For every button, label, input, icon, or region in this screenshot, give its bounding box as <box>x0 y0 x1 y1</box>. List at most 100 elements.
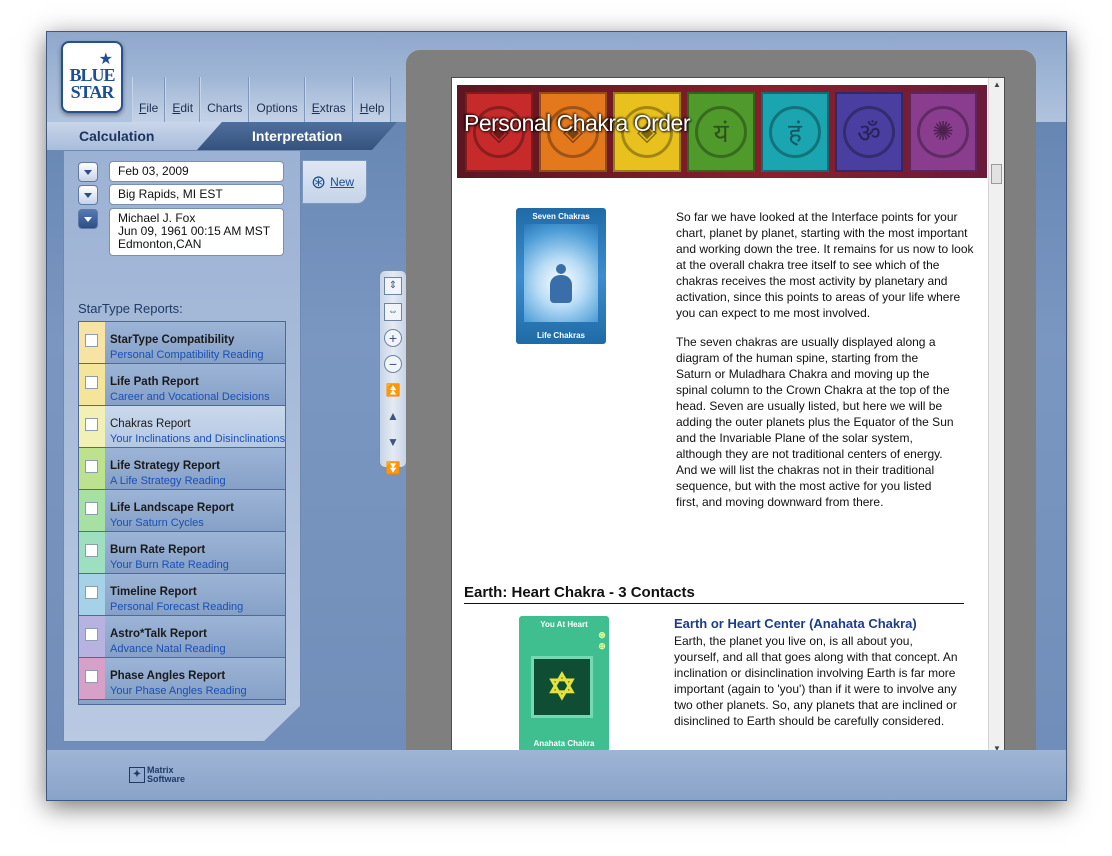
zoom-in-icon[interactable]: + <box>384 329 402 347</box>
chakra-tile-icon: हं <box>761 91 829 172</box>
anahata-chakra-card: You At Heart ⊛ ⊕ ✡ Anahata Chakra <box>519 616 609 752</box>
intro-text: So far we have looked at the Interface p… <box>676 209 981 523</box>
logo-word-2: STAR <box>70 82 115 102</box>
new-button-label: New <box>330 175 355 189</box>
person-place: Edmonton,CAN <box>118 237 202 251</box>
card1-bottom-label: Life Chakras <box>536 331 586 340</box>
report-checkbox[interactable] <box>85 502 98 515</box>
report-title: Burn Rate Report <box>110 544 206 556</box>
document-scrollbar[interactable]: ▲ ▼ <box>988 78 1004 756</box>
chart-wheel-icon: ⊛ <box>311 171 327 192</box>
menu-options[interactable]: Options <box>249 77 305 122</box>
report-title: Life Path Report <box>110 376 199 388</box>
report-subtitle: Career and Vocational Decisions <box>110 391 270 403</box>
paragraph-1: So far we have looked at the Interface p… <box>676 210 974 320</box>
meditation-figure-icon <box>524 224 598 322</box>
zoom-scroll-controls: ⇕ ⇔ + − ⏫ ▲ ▼ ⏬ <box>379 270 407 475</box>
menu-edit[interactable]: Edit <box>165 77 201 122</box>
fit-height-icon[interactable]: ⇕ <box>384 277 402 295</box>
report-subtitle: Personal Forecast Reading <box>110 601 244 613</box>
seven-chakras-card: Seven Chakras Life Chakras <box>516 208 606 344</box>
chakra-tile-icon: ॐ <box>835 91 903 172</box>
scroll-up-icon[interactable]: ▲ <box>384 407 402 425</box>
scroll-bottom-icon[interactable]: ⏬ <box>384 459 402 477</box>
earth-text: Earth, the planet you live on, is all ab… <box>674 633 959 742</box>
report-item[interactable]: Burn Rate Report Your Burn Rate Reading <box>79 532 285 574</box>
card1-top-label: Seven Chakras <box>532 212 590 221</box>
report-checkbox[interactable] <box>85 628 98 641</box>
report-title: Chakras Report <box>110 418 191 430</box>
chakra-tile-icon: ✺ <box>909 91 977 172</box>
bottom-bar <box>47 750 1066 800</box>
location-dropdown-icon[interactable] <box>78 185 98 205</box>
new-chart-button[interactable]: ⊛ New <box>302 160 367 204</box>
card2-top-label: You At Heart <box>540 620 588 629</box>
report-checkbox[interactable] <box>85 544 98 557</box>
report-subtitle: Your Saturn Cycles <box>110 517 204 529</box>
person-dropdown-icon[interactable] <box>78 209 98 229</box>
location-row: Big Rapids, MI EST <box>78 184 284 205</box>
matrix-logo-icon: ✦ <box>129 767 145 783</box>
matrix-software-logo: ✦ Matrix Software <box>129 766 185 784</box>
report-checkbox[interactable] <box>85 418 98 431</box>
report-list: StarType Compatibility Personal Compatibi… <box>78 321 286 705</box>
document-frame: ◈ ◈ ◈ यं हं ॐ ✺ Personal Chakra Order Seven Ch… <box>406 50 1036 788</box>
report-subtitle: A Life Strategy Reading <box>110 475 226 487</box>
report-checkbox[interactable] <box>85 334 98 347</box>
report-checkbox[interactable] <box>85 460 98 473</box>
report-item[interactable]: Astro*Talk Report Advance Natal Reading <box>79 616 285 658</box>
date-dropdown-icon[interactable] <box>78 162 98 182</box>
report-item[interactable]: Life Landscape Report Your Saturn Cycles <box>79 490 285 532</box>
date-field[interactable]: Feb 03, 2009 <box>109 161 284 182</box>
brand-line-2: Software <box>147 774 186 784</box>
report-checkbox[interactable] <box>85 586 98 599</box>
report-title: Astro*Talk Report <box>110 628 207 640</box>
app-window: ★ BLUE STAR File Edit Charts Options Ext… <box>46 31 1067 801</box>
person-row: Michael J. Fox Jun 09, 1961 00:15 AM MST… <box>78 208 284 256</box>
menu-charts[interactable]: Charts <box>200 77 250 122</box>
left-panel: Feb 03, 2009 Big Rapids, MI EST Michael … <box>63 150 301 742</box>
date-row: Feb 03, 2009 <box>78 161 284 182</box>
menu-extras[interactable]: Extras <box>304 77 353 122</box>
heart-chakra-icon: ✡ <box>531 656 593 718</box>
report-subtitle: Your Inclinations and Disinclinations <box>110 433 286 445</box>
report-item[interactable]: Phase Angles Report Your Phase Angles Rea… <box>79 658 285 700</box>
sub-heading: Earth or Heart Center (Anahata Chakra) <box>674 616 917 631</box>
report-checkbox[interactable] <box>85 670 98 683</box>
location-field[interactable]: Big Rapids, MI EST <box>109 184 284 205</box>
menu-file[interactable]: File <box>132 77 166 122</box>
report-item[interactable]: Chakras Report Your Inclinations and Disi… <box>79 406 285 448</box>
report-item[interactable]: Life Strategy Report A Life Strategy Read… <box>79 448 285 490</box>
report-subtitle: Your Phase Angles Reading <box>110 685 247 697</box>
report-title: Life Landscape Report <box>110 502 234 514</box>
paragraph-3: Earth, the planet you live on, is all ab… <box>674 634 958 728</box>
scroll-down-icon[interactable]: ▼ <box>384 433 402 451</box>
fit-width-icon[interactable]: ⇔ <box>384 303 402 321</box>
report-subtitle: Advance Natal Reading <box>110 643 226 655</box>
report-title: Phase Angles Report <box>110 670 226 682</box>
chakra-tile-icon: यं <box>687 91 755 172</box>
report-title: Life Strategy Report <box>110 460 220 472</box>
report-item[interactable]: Timeline Report Personal Forecast Reading <box>79 574 285 616</box>
menu-bar: File Edit Charts Options Extras Help <box>132 77 392 122</box>
scroll-up-arrow-icon[interactable]: ▲ <box>989 78 1004 92</box>
report-subtitle: Personal Compatibility Reading <box>110 349 264 361</box>
report-checkbox[interactable] <box>85 376 98 389</box>
menu-help[interactable]: Help <box>352 77 392 122</box>
scroll-top-icon[interactable]: ⏫ <box>384 381 402 399</box>
scrollbar-thumb[interactable] <box>991 164 1002 184</box>
report-item[interactable]: Life Path Report Career and Vocational De… <box>79 364 285 406</box>
person-field[interactable]: Michael J. Fox Jun 09, 1961 00:15 AM MST… <box>109 208 284 256</box>
zoom-out-icon[interactable]: − <box>384 355 402 373</box>
reports-label: StarType Reports: <box>78 301 183 316</box>
report-title: Timeline Report <box>110 586 197 598</box>
mode-tabs: Calculation Interpretation <box>47 122 397 150</box>
tab-interpretation[interactable]: Interpretation <box>197 122 397 150</box>
report-item[interactable]: StarType Compatibility Personal Compatibi… <box>79 322 285 364</box>
banner-title: Personal Chakra Order <box>464 110 691 136</box>
report-subtitle: Your Burn Rate Reading <box>110 559 229 571</box>
card2-mini-icons: ⊛ ⊕ <box>598 630 606 651</box>
blue-star-logo: ★ BLUE STAR <box>61 41 123 113</box>
document-page[interactable]: ◈ ◈ ◈ यं हं ॐ ✺ Personal Chakra Order Seven Ch… <box>451 77 1005 757</box>
paragraph-2: The seven chakras are usually displayed … <box>676 335 954 509</box>
